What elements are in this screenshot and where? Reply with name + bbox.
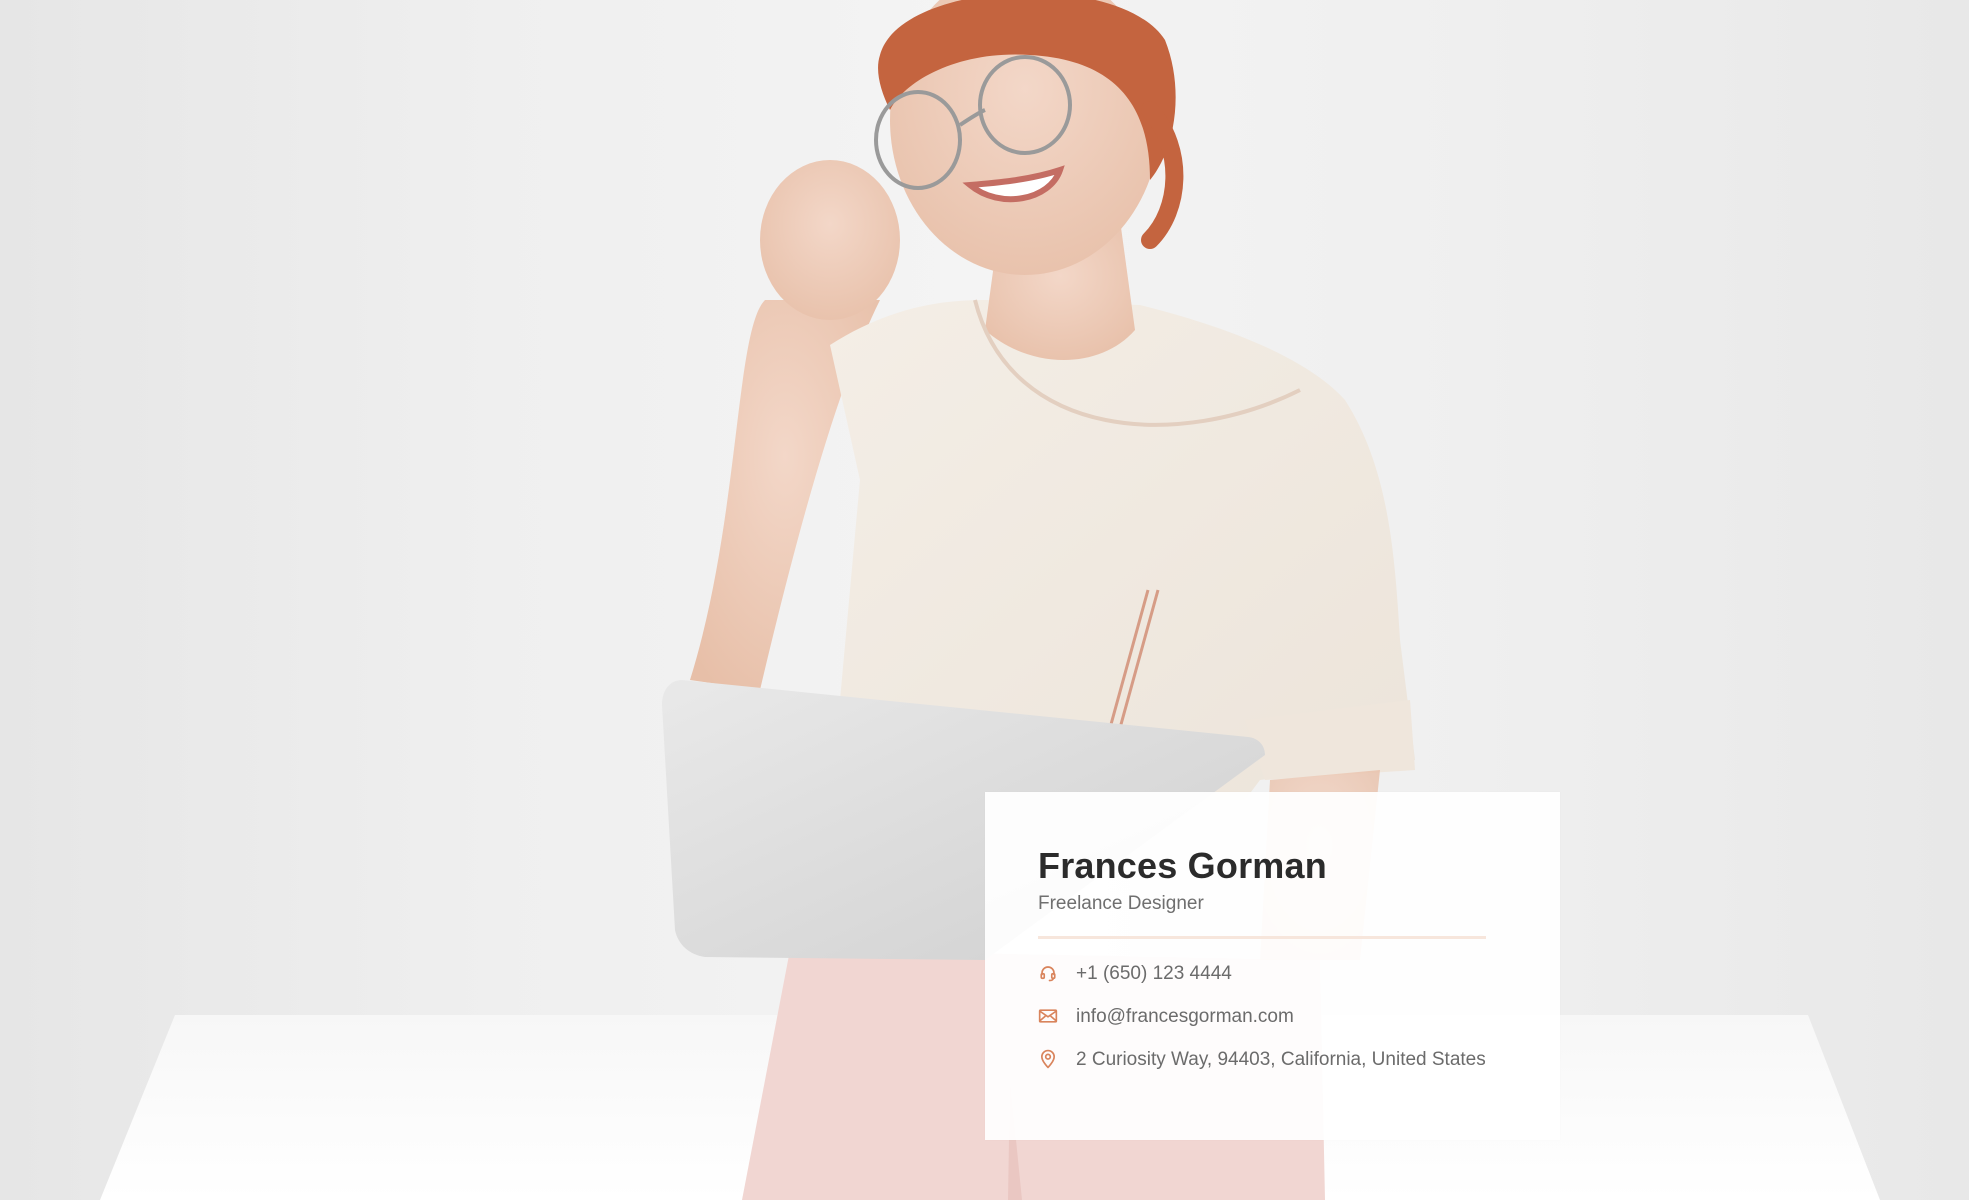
envelope-icon [1038,1006,1058,1026]
profile-role: Freelance Designer [1038,893,1204,915]
card-divider [1038,935,1486,939]
contact-email[interactable]: info@francesgorman.com [1038,1004,1508,1029]
contact-phone-text: +1 (650) 123 4444 [1076,962,1232,984]
location-pin-icon [1038,1049,1058,1069]
contact-email-text: info@francesgorman.com [1076,1005,1294,1027]
page: Frances Gorman Freelance Designer +1 (65… [0,0,1969,1200]
contact-phone[interactable]: +1 (650) 123 4444 [1038,961,1508,986]
contact-list: +1 (650) 123 4444 info@francesgorman.com [1038,961,1508,1072]
profile-name: Frances Gorman [1038,845,1327,886]
contact-address-text: 2 Curiosity Way, 94403, California, Unit… [1076,1048,1486,1070]
contact-address[interactable]: 2 Curiosity Way, 94403, California, Unit… [1038,1047,1508,1072]
hand [760,160,900,320]
headset-icon [1038,963,1058,983]
contact-card: Frances Gorman Freelance Designer +1 (65… [985,792,1560,1140]
